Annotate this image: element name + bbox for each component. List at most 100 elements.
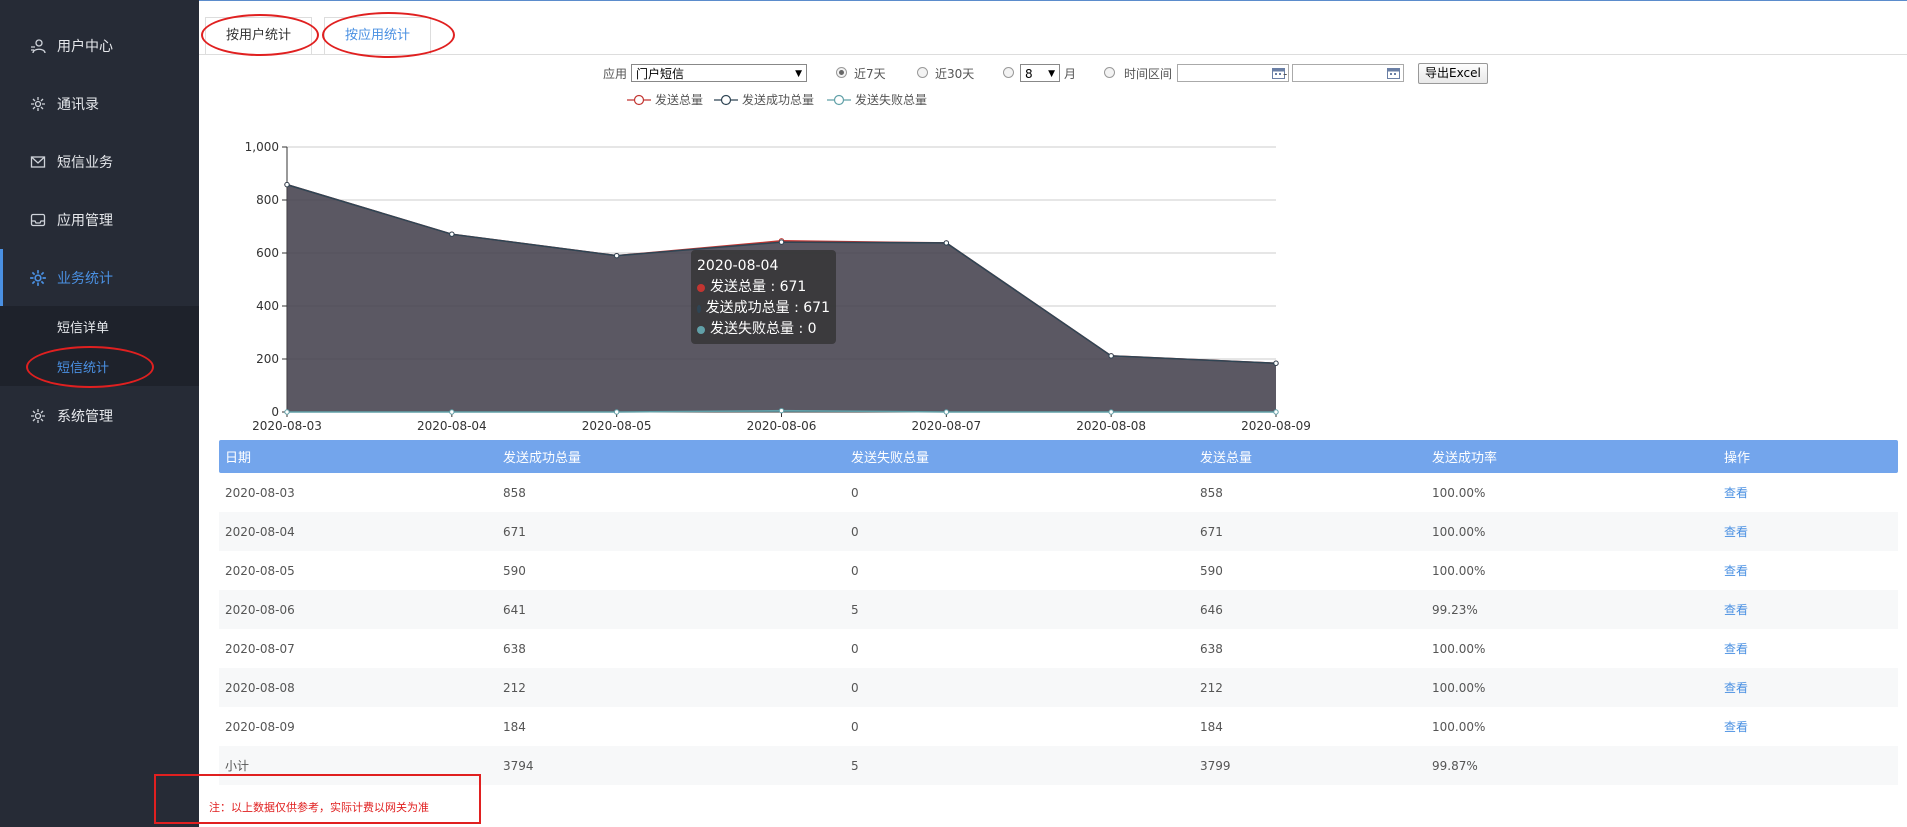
- chevron-down-icon: ▼: [1048, 69, 1055, 79]
- legend-item-total[interactable]: 发送总量: [627, 91, 703, 108]
- cell-total: 3799: [1200, 758, 1231, 773]
- cell-date: 2020-08-06: [225, 602, 295, 617]
- date-range-label: 时间区间: [1124, 67, 1173, 81]
- view-link[interactable]: 查看: [1724, 668, 1748, 707]
- radio-30-days-label: 近30天: [935, 67, 975, 81]
- table-row: 2020-08-04 671 0 671 100.00% 查看: [219, 512, 1898, 551]
- sidebar-item-label: 短信业务: [57, 155, 113, 171]
- y-tick-label: 200: [256, 352, 279, 366]
- gear-icon: [29, 269, 47, 287]
- view-link[interactable]: 查看: [1724, 551, 1748, 590]
- legend-item-success[interactable]: 发送成功总量: [714, 91, 814, 108]
- view-link[interactable]: 查看: [1724, 512, 1748, 551]
- data-point: [449, 409, 455, 415]
- sidebar-subitem-sms-detail[interactable]: 短信详单: [57, 317, 109, 336]
- col-header-action: 操作: [1724, 451, 1751, 466]
- tab-bar: 按用户统计 按应用统计: [199, 17, 1907, 55]
- cell-total: 212: [1200, 680, 1223, 695]
- cell-fail: 0: [851, 680, 859, 695]
- cell-rate: 99.23%: [1432, 602, 1478, 617]
- sidebar-item-label: 业务统计: [57, 271, 113, 287]
- tab-by-app[interactable]: 按应用统计: [324, 17, 432, 54]
- x-tick-label: 2020-08-04: [417, 419, 487, 433]
- tab-by-user[interactable]: 按用户统计: [205, 17, 313, 54]
- cell-total: 858: [1200, 485, 1223, 500]
- sidebar-subitem-sms-stats[interactable]: 短信统计: [57, 357, 109, 376]
- tooltip-dot: [697, 304, 701, 313]
- table-row: 2020-08-05 590 0 590 100.00% 查看: [219, 551, 1898, 590]
- app-label: 应用: [603, 67, 628, 81]
- tooltip-dot: [697, 325, 705, 334]
- cell-success: 858: [503, 485, 526, 500]
- table-row: 2020-08-07 638 0 638 100.00% 查看: [219, 629, 1898, 668]
- radio-30-days[interactable]: [917, 67, 928, 78]
- export-excel-button[interactable]: 导出Excel: [1418, 63, 1488, 84]
- gear-icon: [29, 95, 47, 113]
- month-unit: 月: [1064, 67, 1077, 81]
- tooltip-text: 发送失败总量 : 0: [710, 321, 817, 337]
- view-link[interactable]: 查看: [1724, 707, 1748, 746]
- cell-fail: 0: [851, 485, 859, 500]
- data-point: [284, 181, 290, 188]
- cell-total: 184: [1200, 719, 1223, 734]
- cell-date: 小计: [225, 759, 250, 773]
- table-row: 2020-08-03 858 0 858 100.00% 查看: [219, 473, 1898, 512]
- gear-icon: [29, 407, 47, 425]
- radio-7-days[interactable]: [836, 67, 847, 78]
- x-tick-label: 2020-08-05: [582, 419, 652, 433]
- tooltip-row-fail: 发送失败总量 : 0: [697, 319, 830, 340]
- sidebar-item-system-manage[interactable]: 系统管理: [0, 387, 199, 445]
- sidebar-item-label: 通讯录: [57, 97, 99, 113]
- data-point: [613, 252, 620, 259]
- cell-rate: 100.00%: [1432, 680, 1486, 695]
- tooltip-dot: [697, 283, 705, 292]
- data-point: [943, 409, 950, 415]
- cell-total: 671: [1200, 524, 1223, 539]
- cell-total: 638: [1200, 641, 1223, 656]
- y-tick-label: 800: [256, 193, 279, 207]
- cell-rate: 99.87%: [1432, 758, 1478, 773]
- view-link[interactable]: 查看: [1724, 590, 1748, 629]
- filter-bar: 应用 门户短信 ▼ 近7天 近30天 8 ▼ 月 时间区间 - 导出Excel: [0, 63, 1907, 85]
- cell-rate: 100.00%: [1432, 485, 1486, 500]
- calendar-icon[interactable]: [1387, 67, 1400, 82]
- view-link[interactable]: 查看: [1724, 473, 1748, 512]
- x-tick-label: 2020-08-09: [1241, 419, 1311, 433]
- y-tick-label: 600: [256, 246, 279, 260]
- view-link[interactable]: 查看: [1724, 629, 1748, 668]
- radio-date-range[interactable]: [1104, 67, 1115, 78]
- cell-fail: 0: [851, 524, 859, 539]
- tooltip-row-success: 发送成功总量 : 671: [697, 298, 830, 319]
- col-header-fail: 发送失败总量: [851, 451, 930, 466]
- month-select-value: 8: [1025, 67, 1033, 81]
- end-date-input[interactable]: [1292, 64, 1404, 82]
- data-point: [943, 240, 950, 246]
- radio-month[interactable]: [1003, 67, 1014, 78]
- cell-date: 2020-08-04: [225, 524, 295, 539]
- sidebar-item-sms[interactable]: 短信业务: [0, 133, 199, 191]
- sidebar-item-app-manage[interactable]: 应用管理: [0, 191, 199, 249]
- col-header-rate: 发送成功率: [1432, 451, 1498, 466]
- date-range-separator: -: [1283, 67, 1288, 81]
- legend-marker-success: [714, 94, 738, 105]
- top-border: [199, 0, 1907, 1]
- cell-rate: 100.00%: [1432, 524, 1486, 539]
- month-select[interactable]: 8 ▼: [1020, 64, 1060, 82]
- cell-rate: 100.00%: [1432, 641, 1486, 656]
- col-header-success: 发送成功总量: [503, 451, 582, 466]
- table-subtotal-row: 小计 3794 5 3799 99.87%: [219, 746, 1898, 785]
- chart-tooltip: 2020-08-04 发送总量 : 671 发送成功总量 : 671 发送失败总…: [691, 250, 836, 344]
- x-tick-label: 2020-08-06: [747, 419, 817, 433]
- legend-item-fail[interactable]: 发送失败总量: [827, 91, 927, 108]
- stats-table: 日期 发送成功总量 发送失败总量 发送总量 发送成功率 操作 2020-08-0…: [219, 440, 1898, 785]
- y-tick-label: 400: [256, 299, 279, 313]
- cell-fail: 5: [851, 602, 859, 617]
- cell-rate: 100.00%: [1432, 719, 1486, 734]
- sidebar-item-business-stats[interactable]: 业务统计: [0, 249, 202, 307]
- start-date-input[interactable]: [1177, 64, 1289, 82]
- radio-7-days-label: 近7天: [854, 67, 886, 81]
- cell-success: 641: [503, 602, 526, 617]
- app-select[interactable]: 门户短信 ▼: [631, 64, 807, 82]
- tooltip-row-total: 发送总量 : 671: [697, 277, 830, 298]
- x-tick-label: 2020-08-07: [911, 419, 981, 433]
